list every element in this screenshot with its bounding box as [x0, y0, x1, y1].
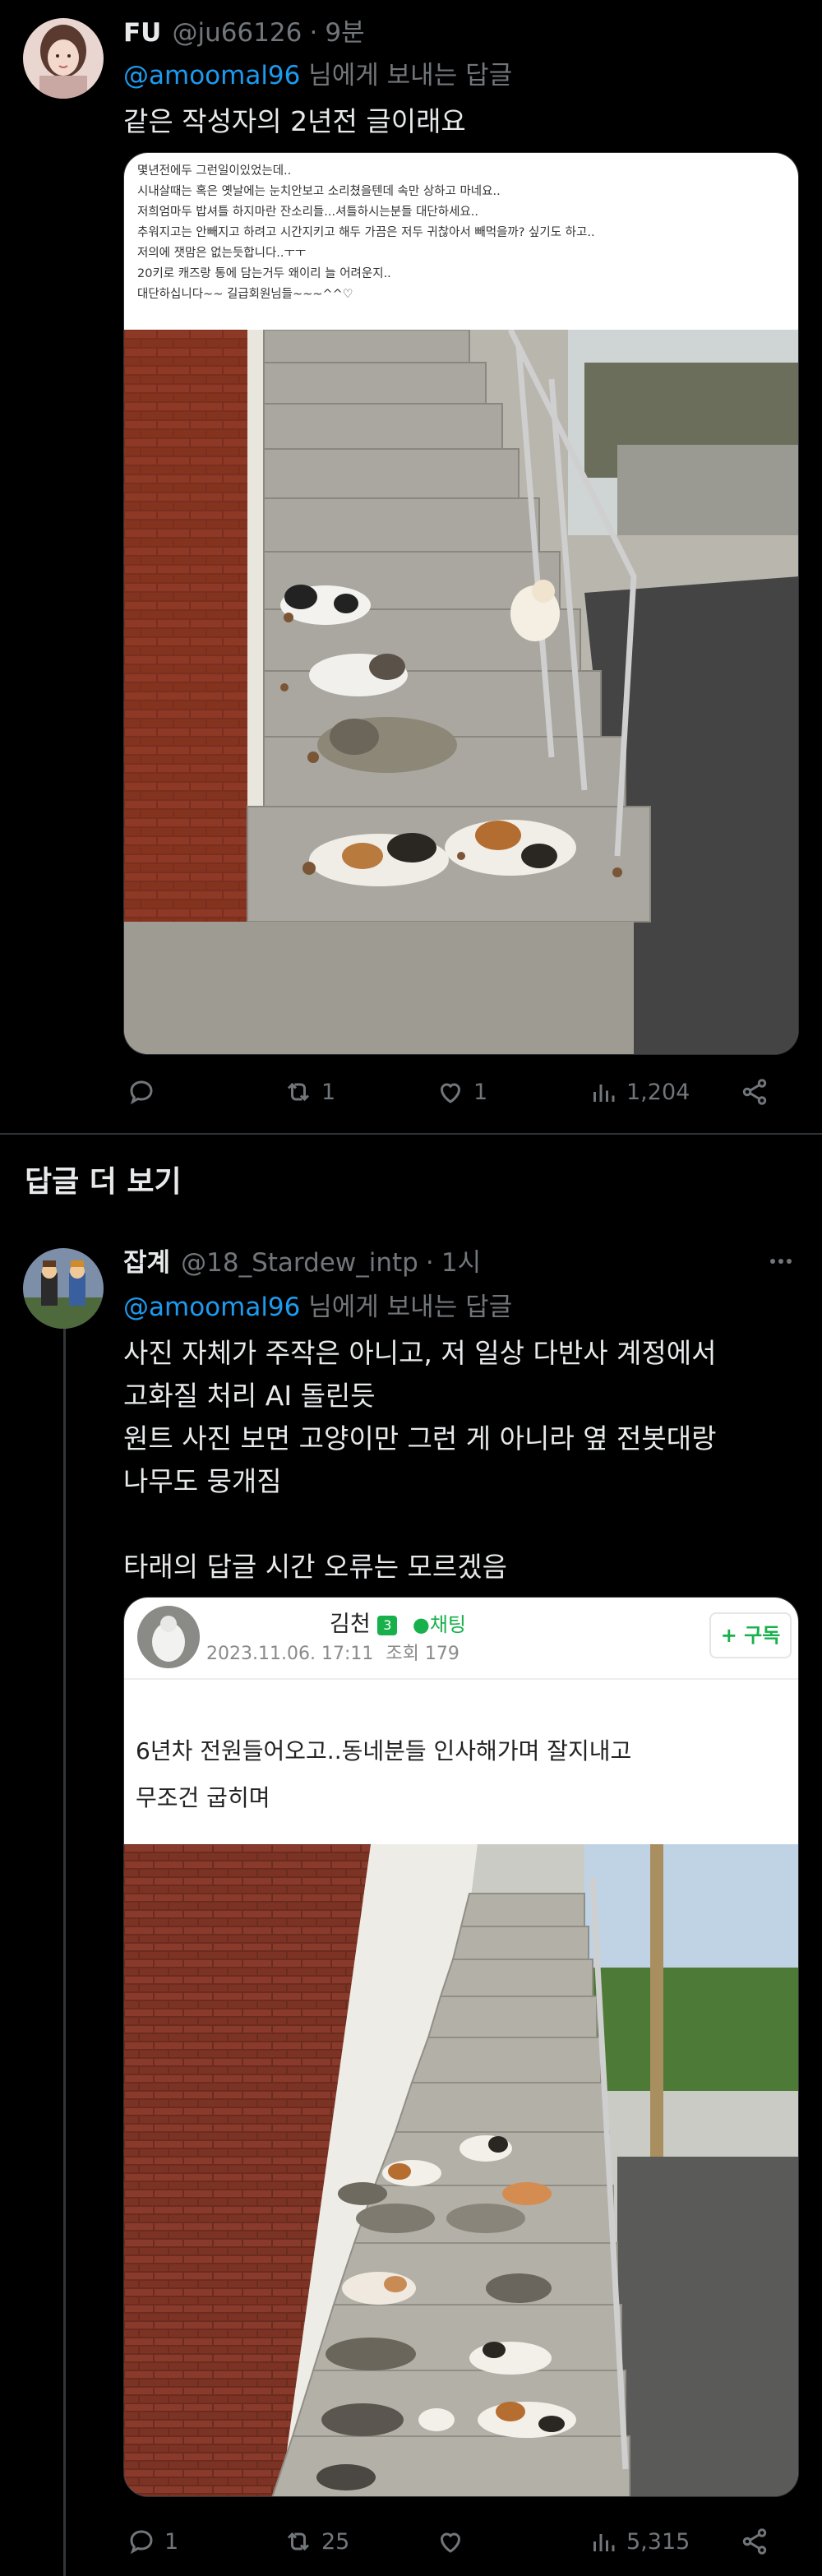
image-text-line: 시내살때는 혹은 옛날에는 눈치안보고 소리쳤을텐데 속만 상하고 마네요.. [137, 185, 501, 198]
display-name[interactable]: FU [123, 18, 161, 48]
avatar[interactable] [23, 18, 104, 99]
handle[interactable]: @ju66126 [172, 18, 302, 48]
more-options-button[interactable] [764, 1245, 797, 1278]
level-badge: 3 [377, 1615, 398, 1635]
replying-to: @amoomal96 님에게 보내는 답글 [123, 1286, 512, 1323]
timestamp[interactable]: 1시 [441, 1248, 481, 1278]
separator-dot: · [425, 1248, 434, 1278]
reply-count: 1 [164, 2528, 179, 2555]
retweet-button[interactable]: 1 [284, 1077, 335, 1107]
tweet-text: 사진 자체가 주작은 아니고, 저 일상 다반사 계정에서 고화질 처리 AI … [123, 1337, 717, 1583]
chat-icon: ● [412, 1613, 430, 1636]
mention-link[interactable]: @amoomal96 [123, 1293, 300, 1322]
image-text-line: 20키로 캐즈랑 통에 담는거두 왜이리 늘 어려운지.. [137, 267, 391, 280]
display-name[interactable]: 잡계 [123, 1248, 170, 1278]
views-button[interactable]: 1,204 [589, 1077, 690, 1107]
reply-button[interactable] [127, 1077, 164, 1107]
heart-icon [440, 2532, 461, 2553]
views-count: 1,204 [626, 1079, 690, 1105]
image-text-line: 대단하십니다~~ 길급회원님들~~~^^♡ [137, 288, 353, 301]
share-icon [742, 1079, 767, 1105]
mention-link[interactable]: @amoomal96 [123, 61, 300, 90]
views-count: 5,315 [626, 2528, 690, 2555]
reply-button[interactable]: 1 [127, 2527, 178, 2556]
image-text-block: 몇년전에두 그런일이있었는데.. 시내살때는 혹은 옛날에는 눈치안보고 소리쳤… [124, 153, 798, 330]
replying-suffix: 님에게 보내는 답글 [300, 61, 513, 90]
heart-icon [440, 1083, 461, 1103]
share-button[interactable] [740, 2527, 769, 2556]
replying-to: @amoomal96 님에게 보내는 답글 [123, 54, 512, 91]
tweet-image[interactable]: 몇년전에두 그런일이있었는데.. 시내살때는 혹은 옛날에는 눈치안보고 소리쳤… [123, 152, 799, 1055]
cafe-post-header: 김천 3 ●채팅 2023.11.06. 17:11 조회 179 + 구독 6… [124, 1598, 798, 1844]
handle[interactable]: @18_Stardew_intp [181, 1248, 418, 1278]
author-avatar [137, 1606, 200, 1668]
share-icon [742, 2528, 767, 2555]
like-button[interactable] [436, 2527, 473, 2556]
post-date: 2023.11.06. 17:11 [206, 1644, 374, 1664]
retweet-icon [287, 1082, 310, 1102]
retweet-icon [287, 2532, 310, 2551]
timestamp[interactable]: 9분 [325, 18, 364, 48]
post-author: 김천 [330, 1612, 371, 1637]
chat-link: ●채팅 [412, 1613, 466, 1636]
cats-on-stairs-photo [124, 330, 798, 1054]
subscribe-label: + 구독 [709, 1612, 792, 1658]
views-icon [593, 1085, 615, 1102]
views-icon [593, 2534, 615, 2551]
like-button[interactable]: 1 [436, 1077, 487, 1107]
cats-on-stairs-photo [124, 1844, 798, 2496]
post-views: 조회 179 [386, 1644, 459, 1664]
tweet-image[interactable]: 김천 3 ●채팅 2023.11.06. 17:11 조회 179 + 구독 6… [123, 1597, 799, 2497]
image-text-line: 추워지고는 안빼지고 하려고 시간지키고 해두 가끔은 저두 귀찮아서 빼먹을까… [137, 226, 595, 239]
tweet-2[interactable]: 잡계 @18_Stardew_intp · 1시 @amoomal96 님에게 … [0, 1225, 822, 2576]
post-text-line: 6년차 전원들어오고..동네분들 인사해가며 잘지내고 [136, 1737, 632, 1764]
image-text-line: 저희엄마두 밥셔틀 하지마란 잔소리들...셔틀하시는분들 대단하세요.. [137, 206, 478, 219]
reply-icon [130, 2530, 153, 2555]
views-button[interactable]: 5,315 [589, 2527, 690, 2556]
image-text-line: 몇년전에두 그런일이있었는데.. [137, 164, 292, 178]
tweet-1[interactable]: FU @ju66126 · 9분 @amoomal96 님에게 보내는 답글 같… [0, 0, 822, 1131]
post-text-line: 무조건 굽히며 [136, 1784, 270, 1811]
tweet-text: 같은 작성자의 2년전 글이래요 [123, 105, 466, 137]
reply-icon [130, 1080, 153, 1105]
divider [0, 1133, 822, 1135]
avatar[interactable] [23, 1248, 104, 1329]
replying-suffix: 님에게 보내는 답글 [300, 1293, 513, 1322]
retweet-count: 25 [321, 2528, 350, 2555]
retweet-button[interactable]: 25 [284, 2527, 349, 2556]
separator-dot: · [309, 18, 318, 48]
image-text-line: 저의에 잿맘은 없는듯합니다..ㅜㅜ [137, 247, 307, 260]
more-replies-heading: 답글 더 보기 [25, 1165, 182, 1199]
like-count: 1 [473, 1079, 488, 1105]
retweet-count: 1 [321, 1079, 336, 1105]
share-button[interactable] [740, 1077, 769, 1107]
